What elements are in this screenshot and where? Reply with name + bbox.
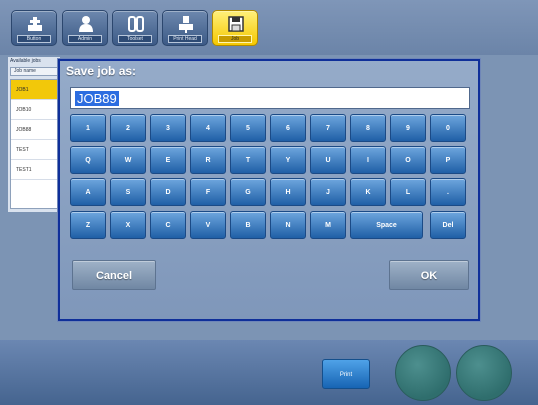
toolbar-button-job[interactable]: Job <box>212 10 258 46</box>
key-q[interactable]: Q <box>70 146 106 174</box>
job-list-item[interactable]: JOB10 <box>11 100 57 120</box>
key-x[interactable]: X <box>110 211 146 239</box>
round-button-left[interactable] <box>395 345 451 401</box>
key-t[interactable]: T <box>230 146 266 174</box>
sheet-icon <box>128 16 144 32</box>
key-3[interactable]: 3 <box>150 114 186 142</box>
user-icon <box>79 16 93 32</box>
toolbar-button-label: Job <box>218 35 252 43</box>
key-r[interactable]: R <box>190 146 226 174</box>
key-5[interactable]: 5 <box>230 114 266 142</box>
key-m[interactable]: M <box>310 211 346 239</box>
ok-button[interactable]: OK <box>389 260 469 290</box>
key-y[interactable]: Y <box>270 146 306 174</box>
key-6[interactable]: 6 <box>270 114 306 142</box>
job-list-item[interactable]: JOB1 <box>11 80 57 100</box>
key-7[interactable]: 7 <box>310 114 346 142</box>
cancel-button[interactable]: Cancel <box>72 260 156 290</box>
key-e[interactable]: E <box>150 146 186 174</box>
key-f[interactable]: F <box>190 178 226 206</box>
job-name-value: JOB89 <box>75 91 119 106</box>
dialog-title: Save job as: <box>66 64 137 78</box>
available-jobs-panel: Available jobs Job name JOB1 JOB10 JOB88… <box>8 57 60 212</box>
key-w[interactable]: W <box>110 146 146 174</box>
toolbar-button-admin[interactable]: Admin <box>62 10 108 46</box>
key-a[interactable]: A <box>70 178 106 206</box>
key-g[interactable]: G <box>230 178 266 206</box>
key-delete[interactable]: Del <box>430 211 466 239</box>
key-z[interactable]: Z <box>70 211 106 239</box>
bottom-bar: Print <box>0 340 538 405</box>
toolbar-button-toolset[interactable]: Toolset <box>112 10 158 46</box>
job-name-column-header: Job name <box>10 67 58 76</box>
key-0[interactable]: 0 <box>430 114 466 142</box>
key-h[interactable]: H <box>270 178 306 206</box>
toolbar-button-label: Toolset <box>118 35 152 43</box>
key-b[interactable]: B <box>230 211 266 239</box>
toolbar-button-label: Button <box>17 35 51 43</box>
key-k[interactable]: K <box>350 178 386 206</box>
save-icon <box>228 16 244 32</box>
toolbar-button-label: Admin <box>68 35 102 43</box>
key-period[interactable]: . <box>430 178 466 206</box>
print-head-icon <box>179 16 193 33</box>
toolbar-button-print-head[interactable]: Print Head <box>162 10 208 46</box>
key-9[interactable]: 9 <box>390 114 426 142</box>
key-d[interactable]: D <box>150 178 186 206</box>
top-toolbar: Button Admin Toolset Print Head Job <box>0 0 538 55</box>
key-v[interactable]: V <box>190 211 226 239</box>
key-4[interactable]: 4 <box>190 114 226 142</box>
toolbar-button-label: Print Head <box>168 35 202 43</box>
job-list-item[interactable]: TEST1 <box>11 160 57 180</box>
key-c[interactable]: C <box>150 211 186 239</box>
key-o[interactable]: O <box>390 146 426 174</box>
key-2[interactable]: 2 <box>110 114 146 142</box>
tool-icon <box>28 17 42 31</box>
key-i[interactable]: I <box>350 146 386 174</box>
key-p[interactable]: P <box>430 146 466 174</box>
key-space[interactable]: Space <box>350 211 423 239</box>
job-list-item[interactable]: JOB88 <box>11 120 57 140</box>
key-8[interactable]: 8 <box>350 114 386 142</box>
key-j[interactable]: J <box>310 178 346 206</box>
key-s[interactable]: S <box>110 178 146 206</box>
key-u[interactable]: U <box>310 146 346 174</box>
round-button-right[interactable] <box>456 345 512 401</box>
job-list: JOB1 JOB10 JOB88 TEST TEST1 <box>10 79 58 209</box>
job-list-item[interactable]: TEST <box>11 140 57 160</box>
save-job-dialog: Save job as: JOB89 1 2 3 4 5 6 7 8 9 0 Q… <box>58 59 480 321</box>
key-1[interactable]: 1 <box>70 114 106 142</box>
job-name-input[interactable]: JOB89 <box>70 87 470 109</box>
key-n[interactable]: N <box>270 211 306 239</box>
toolbar-button-tool[interactable]: Button <box>11 10 57 46</box>
available-jobs-title: Available jobs <box>10 58 41 64</box>
key-l[interactable]: L <box>390 178 426 206</box>
print-button[interactable]: Print <box>322 359 370 389</box>
